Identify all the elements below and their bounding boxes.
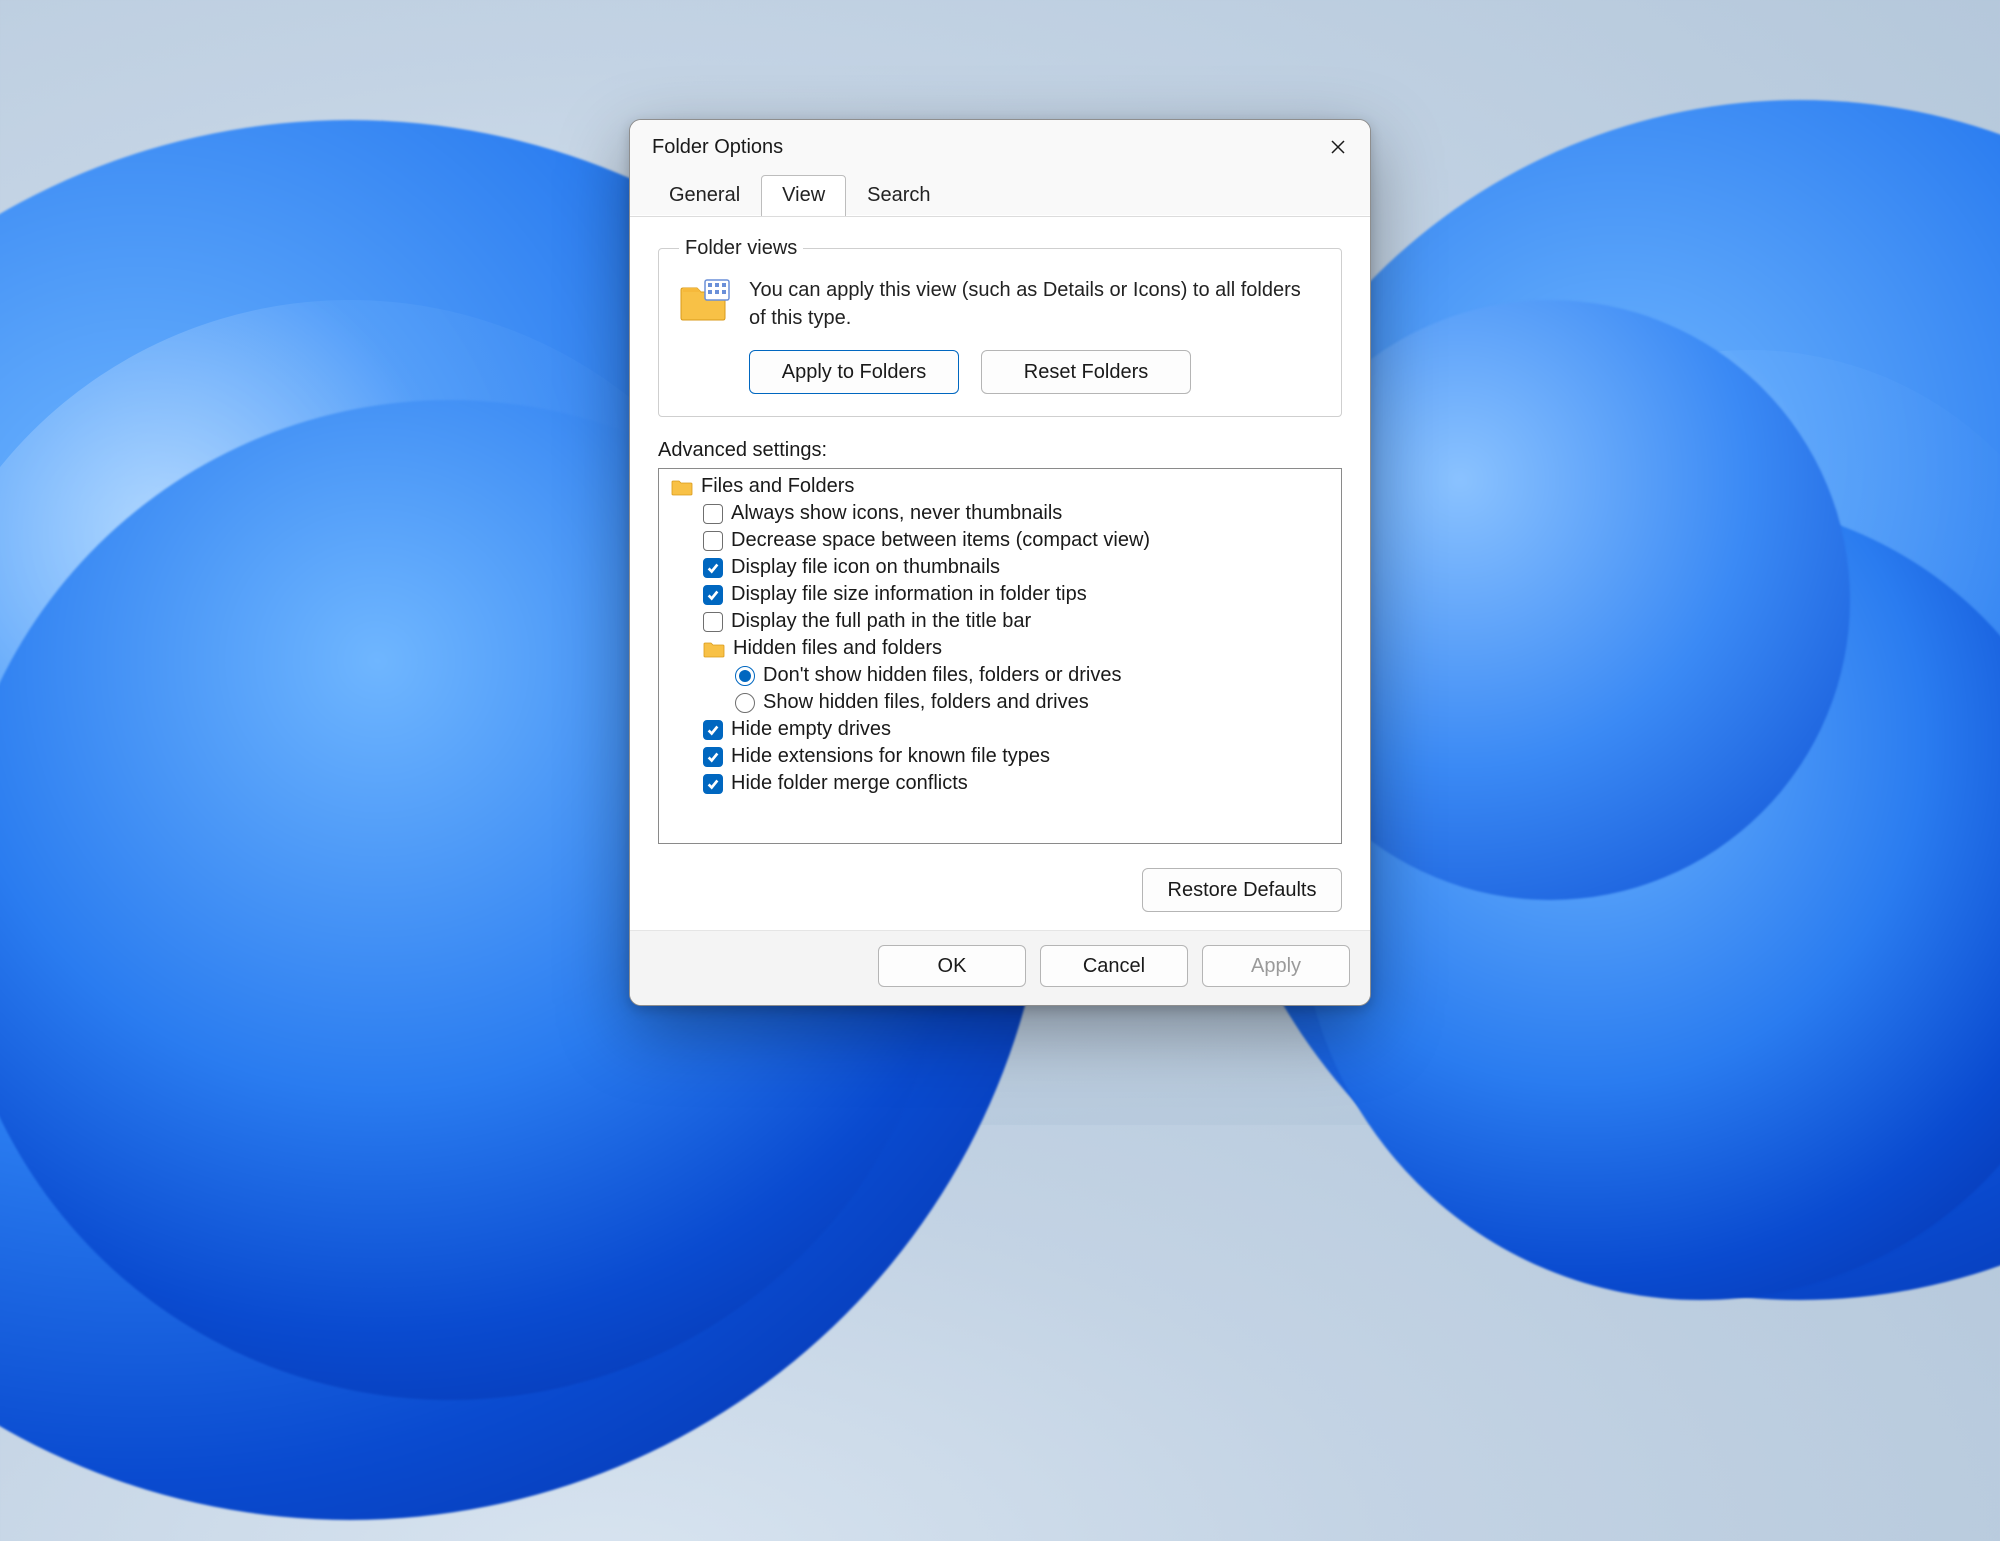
titlebar: Folder Options xyxy=(630,120,1370,172)
tree-item-label: Hide empty drives xyxy=(731,718,891,741)
tree-item-label: Decrease space between items (compact vi… xyxy=(731,529,1150,552)
apply-to-folders-button[interactable]: Apply to Folders xyxy=(749,350,959,394)
tree-item-label: Hide extensions for known file types xyxy=(731,745,1050,768)
tab-general[interactable]: General xyxy=(648,175,761,216)
tree-check-item[interactable]: Display file icon on thumbnails xyxy=(663,554,1341,581)
folder-views-legend: Folder views xyxy=(679,237,803,260)
tree-check-item[interactable]: Hide folder merge conflicts xyxy=(663,770,1341,797)
folder-icon xyxy=(703,640,725,658)
checkbox[interactable] xyxy=(703,558,723,578)
folder-views-group: Folder views You can apply this view (s xyxy=(658,237,1342,417)
reset-folders-button[interactable]: Reset Folders xyxy=(981,350,1191,394)
tree-folder-label: Files and Folders xyxy=(701,475,854,498)
tab-view[interactable]: View xyxy=(761,175,846,216)
tree-check-item[interactable]: Display the full path in the title bar xyxy=(663,608,1341,635)
advanced-settings-label: Advanced settings: xyxy=(658,439,1342,462)
tabstrip: General View Search xyxy=(630,172,1370,216)
tree-item-label: Display file icon on thumbnails xyxy=(731,556,1000,579)
window-title: Folder Options xyxy=(652,136,783,159)
checkbox[interactable] xyxy=(703,612,723,632)
tree-radio-item[interactable]: Show hidden files, folders and drives xyxy=(663,689,1341,716)
checkbox[interactable] xyxy=(703,720,723,740)
restore-defaults-button[interactable]: Restore Defaults xyxy=(1142,868,1342,912)
tree-radio-item[interactable]: Don't show hidden files, folders or driv… xyxy=(663,662,1341,689)
folder-icon xyxy=(671,478,693,496)
tree-check-item[interactable]: Display file size information in folder … xyxy=(663,581,1341,608)
tree-item-label: Display the full path in the title bar xyxy=(731,610,1031,633)
tree-check-item[interactable]: Always show icons, never thumbnails xyxy=(663,500,1341,527)
checkbox[interactable] xyxy=(703,504,723,524)
ok-button[interactable]: OK xyxy=(878,945,1026,987)
tree-folder-root[interactable]: Files and Folders xyxy=(663,473,1341,500)
advanced-settings-tree[interactable]: Files and Folders Always show icons, nev… xyxy=(658,468,1342,844)
view-tab-page: Folder views You can apply this view (s xyxy=(630,216,1370,930)
tree-subfolder[interactable]: Hidden files and folders xyxy=(663,635,1341,662)
close-button[interactable] xyxy=(1314,130,1362,164)
folder-views-icon xyxy=(679,278,731,327)
tree-item-label: Always show icons, never thumbnails xyxy=(731,502,1062,525)
tab-search[interactable]: Search xyxy=(846,175,951,216)
close-icon xyxy=(1330,139,1346,155)
tree-item-label: Don't show hidden files, folders or driv… xyxy=(763,664,1121,687)
tree-check-item[interactable]: Hide extensions for known file types xyxy=(663,743,1341,770)
tree-item-label: Hidden files and folders xyxy=(733,637,942,660)
tree-item-label: Show hidden files, folders and drives xyxy=(763,691,1089,714)
tree-item-label: Display file size information in folder … xyxy=(731,583,1087,606)
tree-item-label: Hide folder merge conflicts xyxy=(731,772,968,795)
checkbox[interactable] xyxy=(703,774,723,794)
apply-button[interactable]: Apply xyxy=(1202,945,1350,987)
radio[interactable] xyxy=(735,666,755,686)
checkbox[interactable] xyxy=(703,585,723,605)
tree-check-item[interactable]: Hide empty drives xyxy=(663,716,1341,743)
radio[interactable] xyxy=(735,693,755,713)
checkbox[interactable] xyxy=(703,747,723,767)
dialog-button-bar: OK Cancel Apply xyxy=(630,930,1370,1005)
cancel-button[interactable]: Cancel xyxy=(1040,945,1188,987)
checkbox[interactable] xyxy=(703,531,723,551)
folder-views-description: You can apply this view (such as Details… xyxy=(749,276,1321,332)
tree-check-item[interactable]: Decrease space between items (compact vi… xyxy=(663,527,1341,554)
folder-options-dialog: Folder Options General View Search Folde… xyxy=(629,119,1371,1006)
